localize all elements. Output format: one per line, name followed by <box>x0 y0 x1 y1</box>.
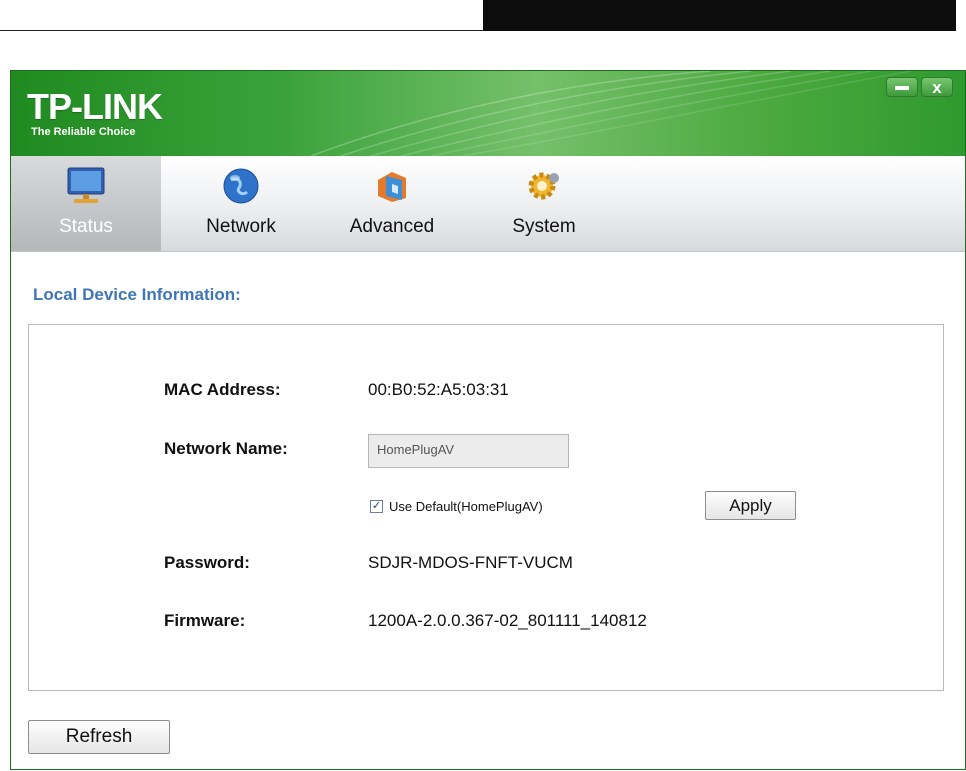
gear-icon <box>528 172 559 200</box>
use-default-row[interactable]: ✓ Use Default(HomePlugAV) <box>370 499 543 514</box>
tab-system-label: System <box>512 216 576 237</box>
tab-status-label: Status <box>59 216 113 237</box>
logo-name: TP-LINK <box>27 86 163 127</box>
network-name-field[interactable]: HomePlugAV <box>368 434 569 468</box>
tab-advanced[interactable]: Advanced <box>317 156 467 251</box>
tab-network-label: Network <box>206 216 276 237</box>
advanced-icon <box>378 172 406 202</box>
tab-network[interactable]: Network <box>166 156 316 251</box>
minimize-button[interactable] <box>886 77 918 97</box>
close-button[interactable]: x <box>921 77 953 97</box>
document-black-bar <box>483 0 956 31</box>
device-info-panel: MAC Address: 00:B0:52:A5:03:31 Network N… <box>28 324 944 691</box>
password-value: SDJR-MDOS-FNFT-VUCM <box>368 553 573 572</box>
use-default-label: Use Default(HomePlugAV) <box>389 499 543 514</box>
tab-system[interactable]: System <box>469 156 619 251</box>
use-default-checkbox[interactable]: ✓ <box>370 500 383 513</box>
section-title: Local Device Information: <box>33 285 241 304</box>
monitor-icon <box>67 167 105 203</box>
mac-address-value: 00:B0:52:A5:03:31 <box>368 380 509 399</box>
mac-address-label: MAC Address: <box>164 380 281 399</box>
app-window: TP-LINK The Reliable Choice x Status Net… <box>10 70 966 770</box>
tab-advanced-label: Advanced <box>349 216 435 237</box>
apply-button[interactable]: Apply <box>705 491 796 520</box>
nav-tabs: Status Network Advanced System <box>11 156 965 252</box>
title-bar: TP-LINK The Reliable Choice x <box>11 71 965 156</box>
firmware-label: Firmware: <box>164 611 246 630</box>
refresh-button[interactable]: Refresh <box>28 720 170 754</box>
tp-link-logo: TP-LINK The Reliable Choice <box>27 86 163 139</box>
minimize-icon <box>895 86 909 90</box>
network-name-label: Network Name: <box>164 439 288 458</box>
password-label: Password: <box>164 553 250 572</box>
window-controls: x <box>886 77 953 97</box>
globe-icon <box>223 168 259 204</box>
document-rule <box>0 30 490 31</box>
firmware-value: 1200A-2.0.0.367-02_801111_140812 <box>368 611 647 630</box>
logo-tagline: The Reliable Choice <box>31 126 136 138</box>
tab-status[interactable]: Status <box>11 156 161 251</box>
close-icon: x <box>932 77 942 97</box>
